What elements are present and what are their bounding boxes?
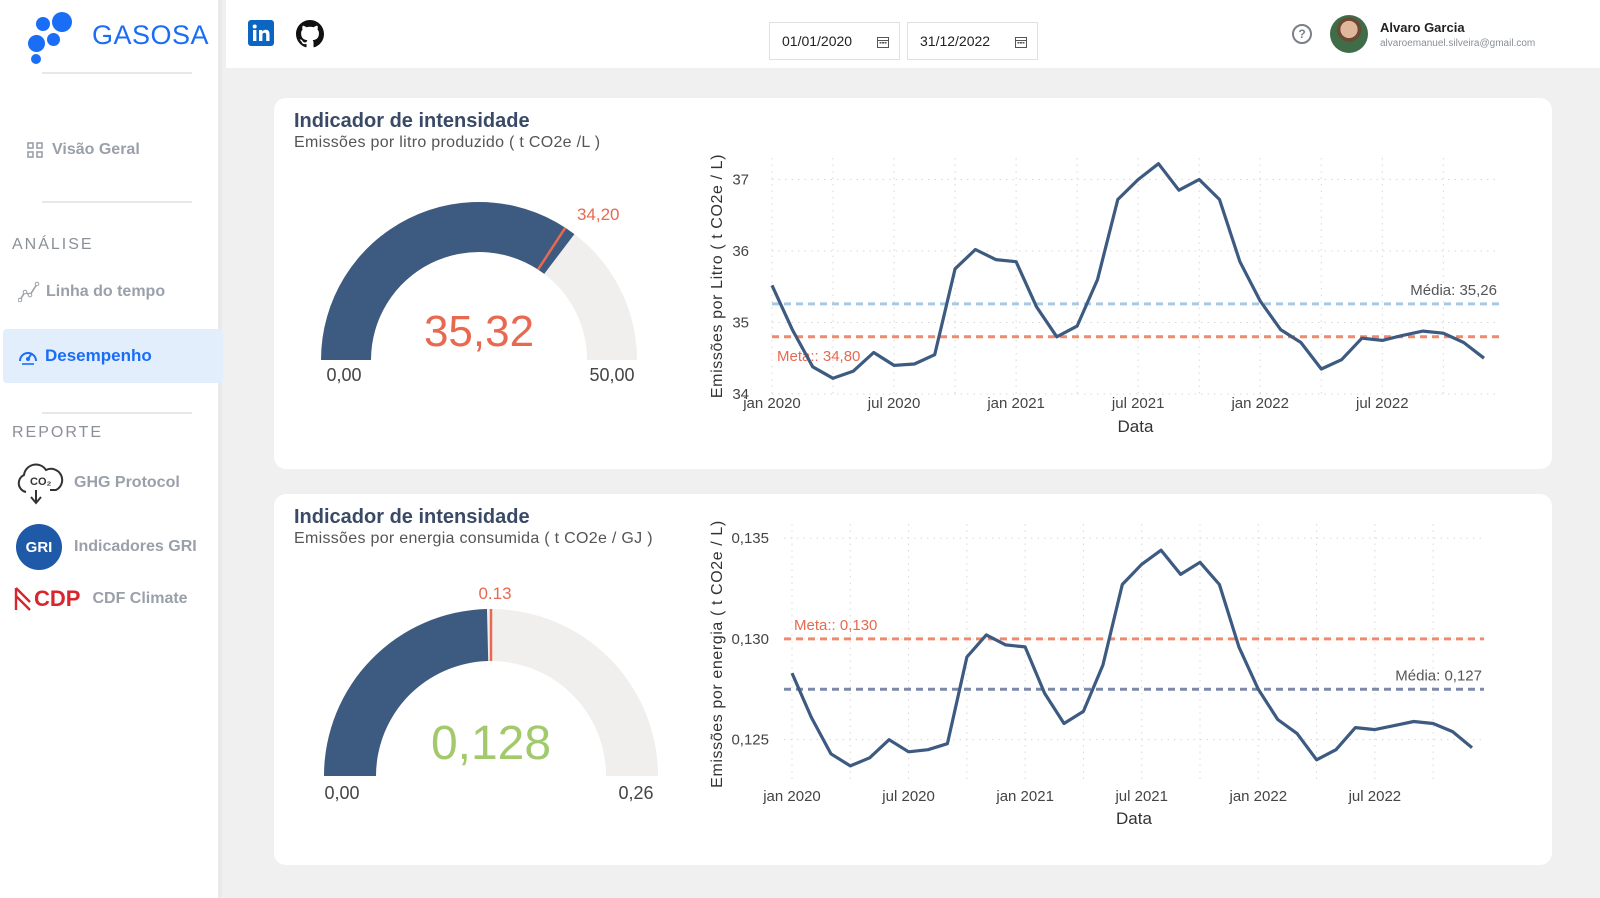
card-chart-area: 34,20 35,32 0,00 50,00 jan 2020 jul 2020 jan 2… <box>321 154 1499 436</box>
reference-line-label: Meta:: 34,80 <box>777 348 860 365</box>
gauge-value: 0,128 <box>431 717 551 770</box>
x-tick-label: jul 2022 <box>1355 395 1409 412</box>
help-icon[interactable]: ? <box>1292 24 1312 44</box>
github-icon[interactable] <box>296 20 324 48</box>
gauge-target-label: 34,20 <box>577 205 620 224</box>
line-chart-icon <box>18 281 40 303</box>
brand-name: GASOSA <box>92 20 210 50</box>
y-tick-label: 0,130 <box>731 631 769 648</box>
y-axis-label: Emissões por Litro ( t CO2e / L) <box>709 154 726 398</box>
x-tick-label: jan 2021 <box>986 395 1045 412</box>
y-axis-label: Emissões por energia ( t CO2e / L) <box>709 520 726 788</box>
logo-dot <box>31 54 41 64</box>
reference-line-label: Meta:: 0,130 <box>794 617 877 634</box>
x-tick-label: jan 2022 <box>1229 788 1288 805</box>
y-tick-label: 0,125 <box>731 732 769 749</box>
y-tick-label: 34 <box>732 386 749 403</box>
y-tick-label: 37 <box>732 171 749 188</box>
indicator-card-liter: Indicador de intensidade Emissões por li… <box>274 98 1552 469</box>
nav-cdp-label: CDF Climate <box>92 590 188 607</box>
gauge-min-label: 0,00 <box>324 783 359 803</box>
section-report: REPORTE <box>12 424 104 441</box>
nav-cdp[interactable]: CDP CDF Climate <box>14 586 188 612</box>
start-date-input[interactable]: 01/01/2020 <box>769 22 900 60</box>
gauge-icon <box>17 345 39 367</box>
gauge-max-label: 50,00 <box>589 365 634 385</box>
nav-performance-label: Desempenho <box>45 346 152 365</box>
svg-text:CO₂: CO₂ <box>30 476 52 488</box>
nav-timeline-label: Linha do tempo <box>46 283 166 300</box>
section-analysis: ANÁLISE <box>12 236 94 253</box>
calendar-icon[interactable] <box>1015 35 1027 51</box>
x-tick-label: jul 2020 <box>867 395 921 412</box>
calendar-icon[interactable] <box>877 35 889 51</box>
gauge-target-label: 0.13 <box>478 584 511 603</box>
cdp-logo: CDP <box>14 586 80 612</box>
start-date-value: 01/01/2020 <box>782 33 853 49</box>
divider <box>42 201 192 203</box>
linkedin-icon[interactable] <box>248 20 276 48</box>
end-date-input[interactable]: 31/12/2022 <box>907 22 1038 60</box>
divider <box>42 412 192 414</box>
nav-gri[interactable]: GRI Indicadores GRI <box>16 524 197 570</box>
sidebar: GASOSA Visão Geral ANÁLISE Linha do temp… <box>0 0 223 898</box>
divider <box>42 72 192 74</box>
x-axis-label: Data <box>1118 417 1154 436</box>
nav-timeline[interactable]: Linha do tempo <box>18 276 165 308</box>
x-tick-label: jan 2020 <box>742 395 801 412</box>
x-tick-label: jul 2020 <box>881 788 935 805</box>
cdp-logo-text: CDP <box>34 586 81 611</box>
x-tick-label: jul 2021 <box>1111 395 1165 412</box>
reference-line-label: Média: 35,26 <box>1410 282 1497 299</box>
nav-gri-label: Indicadores GRI <box>74 538 197 555</box>
nav-overview[interactable]: Visão Geral <box>24 134 140 166</box>
series-line <box>770 162 1485 380</box>
nav-overview-label: Visão Geral <box>52 141 140 158</box>
indicator-card-energy: Indicador de intensidade Emissões por en… <box>274 494 1552 865</box>
user-email: alvaroemanuel.silveira@gmail.com <box>1380 38 1536 49</box>
series-line <box>790 548 1474 768</box>
x-axis-label: Data <box>1116 809 1152 828</box>
gauge-max-label: 0,26 <box>618 783 653 803</box>
top-bar: 01/01/2020 31/12/2022 ? Alvaro Garcia al… <box>226 0 1600 68</box>
user-name: Alvaro Garcia <box>1380 20 1465 35</box>
avatar[interactable] <box>1330 15 1368 53</box>
x-tick-label: jan 2021 <box>995 788 1054 805</box>
logo-dot <box>28 35 45 52</box>
gauge-min-label: 0,00 <box>326 365 361 385</box>
nav-performance[interactable]: Desempenho <box>3 329 223 383</box>
gauge-value: 35,32 <box>424 307 534 356</box>
end-date-value: 31/12/2022 <box>920 33 991 49</box>
brand-logo[interactable]: GASOSA <box>26 12 210 64</box>
reference-line-label: Média: 0,127 <box>1395 667 1482 684</box>
y-tick-label: 36 <box>732 243 749 260</box>
nav-ghg-protocol[interactable]: CO₂ GHG Protocol <box>14 460 180 506</box>
x-tick-label: jul 2022 <box>1348 788 1402 805</box>
logo-dot <box>52 12 72 32</box>
x-tick-label: jan 2020 <box>762 788 821 805</box>
logo-dot <box>36 17 50 31</box>
gri-logo: GRI <box>16 524 62 570</box>
y-tick-label: 0,135 <box>731 530 769 547</box>
x-tick-label: jan 2022 <box>1230 395 1289 412</box>
nav-ghg-label: GHG Protocol <box>74 474 180 491</box>
logo-dot <box>47 33 60 46</box>
y-tick-label: 35 <box>732 314 749 331</box>
co2-cloud-icon: CO₂ <box>14 460 64 506</box>
x-tick-label: jul 2021 <box>1114 788 1168 805</box>
grid-icon <box>24 139 46 161</box>
card-chart-area: 0.13 0,128 0,00 0,26 jan 2020 jul 2020 jan 202… <box>324 520 1484 828</box>
